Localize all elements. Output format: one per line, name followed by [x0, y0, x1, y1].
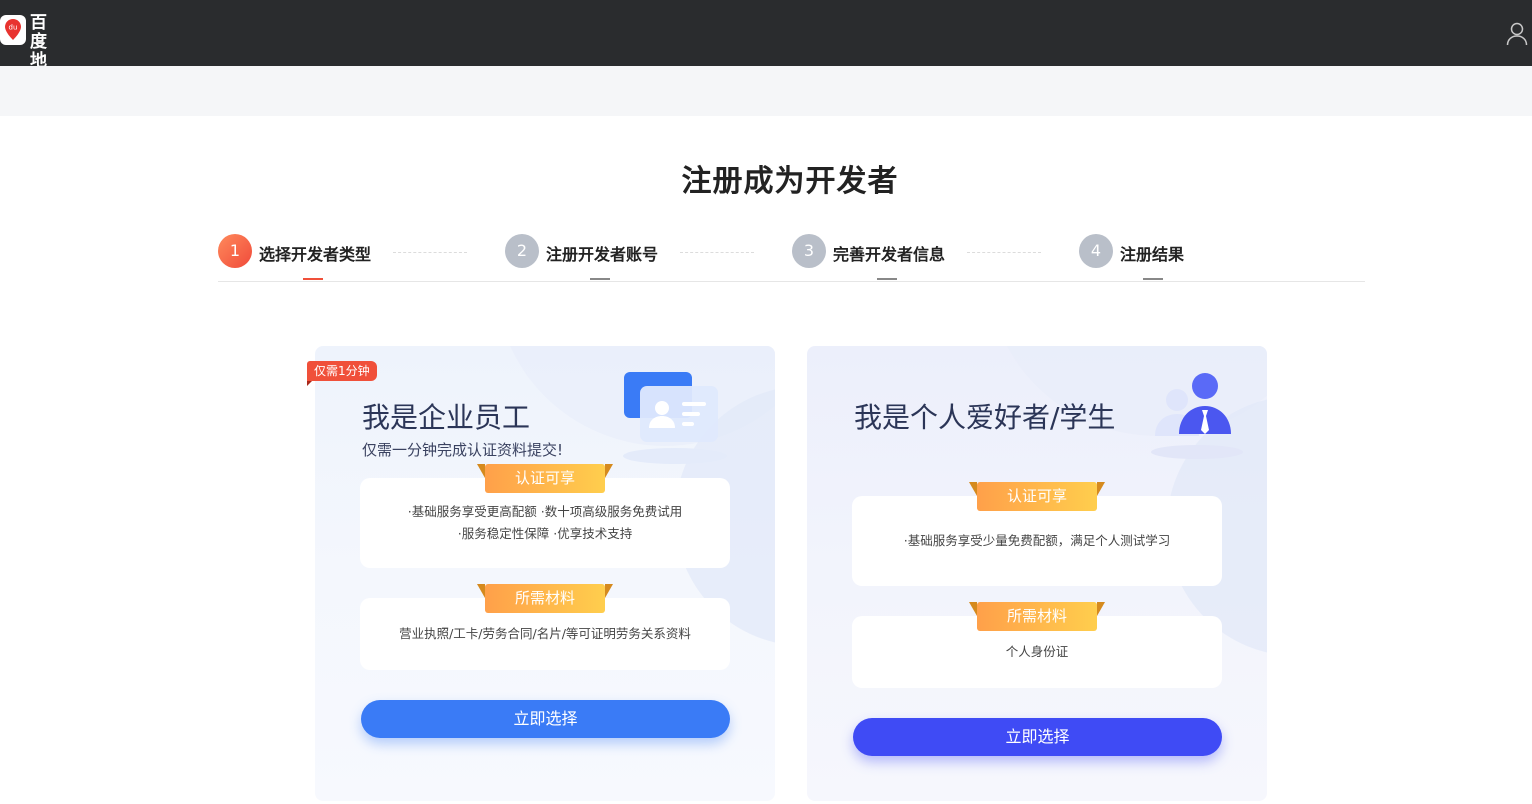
enterprise-benefits-ribbon: 认证可享: [477, 464, 613, 493]
user-icon[interactable]: [1506, 22, 1528, 46]
step-3-indicator: [877, 278, 897, 280]
step-2-number: 2: [505, 234, 539, 268]
step-divider: [680, 252, 754, 253]
step-4-label: 注册结果: [1120, 245, 1185, 264]
enterprise-title: 我是企业员工: [362, 401, 531, 434]
top-nav-bar: du 百度地图 开放平台: [0, 0, 1532, 166]
enterprise-benefits-line2: ·服务稳定性保障 ·优享技术支持: [457, 526, 633, 541]
step-divider: [967, 252, 1041, 253]
enterprise-card[interactable]: 我是企业员工 仅需一分钟完成认证资料提交! 认证可享 ·基础服务享受更高配额 ·…: [315, 346, 775, 801]
enterprise-benefits-box: 认证可享 ·基础服务享受更高配额 ·数十项高级服务免费试用 ·服务稳定性保障 ·…: [360, 464, 730, 568]
step-2-indicator: [590, 278, 610, 280]
step-3-label: 完善开发者信息: [833, 245, 946, 264]
step-1-number: 1: [218, 234, 252, 268]
registration-steps: 1 选择开发者类型 2 注册开发者账号 3 完善开发者信息 4 注册结果: [218, 232, 1365, 282]
individual-materials-box: 所需材料 个人身份证: [852, 602, 1222, 688]
individual-card[interactable]: 我是个人爱好者/学生 认证可享 ·基础服务享受少量免费配额，满足个人测试学习 所…: [807, 346, 1267, 801]
person-icon: [1151, 373, 1243, 459]
individual-select-button[interactable]: 立即选择: [853, 718, 1222, 756]
enterprise-materials-box: 所需材料 营业执照/工卡/劳务合同/名片/等可证明劳务关系资料: [360, 584, 730, 670]
step-2-label: 注册开发者账号: [546, 245, 659, 264]
sub-header-bar: [0, 66, 1532, 116]
step-4-indicator: [1143, 278, 1163, 280]
logo-badge-text: du: [9, 24, 18, 32]
map-pin-logo-icon: du: [0, 15, 26, 45]
step-1-label: 选择开发者类型: [259, 245, 372, 264]
enterprise-subtitle: 仅需一分钟完成认证资料提交!: [362, 441, 564, 459]
step-3-number: 3: [792, 234, 826, 268]
one-minute-tag: 仅需1分钟: [307, 361, 377, 386]
individual-benefits-ribbon: 认证可享: [969, 482, 1105, 511]
page-title: 注册成为开发者: [681, 164, 899, 199]
individual-materials-ribbon: 所需材料: [969, 602, 1105, 631]
step-1-indicator: [303, 278, 323, 280]
enterprise-select-button[interactable]: 立即选择: [361, 700, 730, 738]
id-card-icon: [623, 372, 727, 464]
step-divider: [393, 252, 467, 253]
individual-title: 我是个人爱好者/学生: [854, 401, 1116, 434]
enterprise-materials-ribbon: 所需材料: [477, 584, 613, 613]
step-4-number: 4: [1079, 234, 1113, 268]
individual-benefits-box: 认证可享 ·基础服务享受少量免费配额，满足个人测试学习: [852, 482, 1222, 586]
